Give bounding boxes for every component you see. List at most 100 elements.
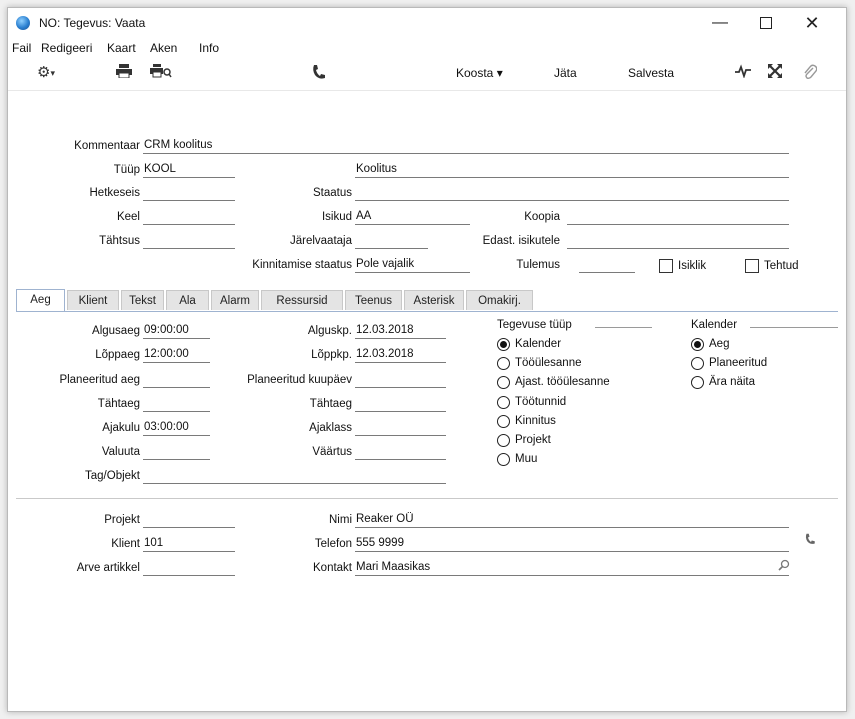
close-button[interactable]: ✕ bbox=[789, 8, 835, 38]
radio-kinnitus[interactable] bbox=[497, 415, 510, 428]
radio-ara-naita-label: Ära näita bbox=[709, 376, 756, 388]
print-preview-icon[interactable] bbox=[150, 64, 172, 83]
radio-ara-naita[interactable] bbox=[691, 376, 704, 389]
menu-redigeeri[interactable]: Redigeeri bbox=[41, 41, 92, 55]
klient-label: Klient bbox=[111, 538, 140, 550]
keel-field[interactable] bbox=[143, 209, 235, 225]
maximize-icon bbox=[760, 16, 772, 29]
maximize-button[interactable] bbox=[743, 8, 789, 38]
loppkp-label: Lõppkp. bbox=[311, 349, 352, 361]
kontakt-label: Kontakt bbox=[313, 562, 352, 574]
loppaeg-label: Lõppaeg bbox=[95, 349, 140, 361]
radio-kalender-label: Kalender bbox=[515, 338, 562, 350]
kommentaar-label: Kommentaar bbox=[74, 140, 140, 152]
paperclip-icon[interactable] bbox=[803, 64, 818, 85]
kinnitamise-staatus-field[interactable]: Pole vajalik bbox=[355, 257, 470, 273]
radio-tooulesanne-label: Tööülesanne bbox=[515, 357, 582, 369]
tahtaeg2-field[interactable] bbox=[355, 396, 446, 412]
menu-kaart[interactable]: Kaart bbox=[107, 41, 136, 55]
phone-icon[interactable] bbox=[311, 64, 325, 85]
telefon-field[interactable]: 555 9999 bbox=[355, 536, 789, 552]
tab-omakirj[interactable]: Omakirj. bbox=[466, 290, 533, 310]
menu-info[interactable]: Info bbox=[199, 41, 219, 55]
isiklik-checkbox[interactable] bbox=[659, 259, 673, 273]
tab-row-divider bbox=[16, 311, 838, 312]
radio-aeg[interactable] bbox=[691, 338, 704, 351]
staatus-field[interactable] bbox=[355, 185, 789, 201]
tab-ressursid[interactable]: Ressursid bbox=[261, 290, 343, 310]
activity-icon[interactable] bbox=[735, 64, 751, 83]
edast-field[interactable] bbox=[567, 233, 789, 249]
keel-label: Keel bbox=[116, 211, 140, 223]
menu-aken[interactable]: Aken bbox=[150, 41, 177, 55]
planeeritud-kuupaev-field[interactable] bbox=[355, 372, 446, 388]
activity-window: NO: Tegevus: Vaata — ✕ Fail Redigeeri Ka… bbox=[7, 7, 847, 712]
ajaklass-field[interactable] bbox=[355, 420, 446, 436]
koopia-field[interactable] bbox=[567, 209, 789, 225]
tehtud-checkbox[interactable] bbox=[745, 259, 759, 273]
tab-teenus[interactable]: Teenus bbox=[345, 290, 402, 310]
radio-kalender[interactable] bbox=[497, 338, 510, 351]
kalender-line bbox=[750, 327, 838, 328]
planeeritud-aeg-field[interactable] bbox=[143, 372, 210, 388]
search-icon[interactable] bbox=[778, 559, 790, 574]
ajakulu-field[interactable]: 03:00:00 bbox=[143, 420, 210, 436]
menu-fail[interactable]: Fail bbox=[12, 41, 31, 55]
tuup-field[interactable]: KOOL bbox=[143, 162, 235, 178]
nimi-field[interactable]: Reaker OÜ bbox=[355, 512, 789, 528]
radio-tooulesanne[interactable] bbox=[497, 357, 510, 370]
loppkp-field[interactable]: 12.03.2018 bbox=[355, 347, 446, 363]
tab-alarm[interactable]: Alarm bbox=[211, 290, 259, 310]
algusaeg-field[interactable]: 09:00:00 bbox=[143, 323, 210, 339]
valuuta-label: Valuuta bbox=[101, 446, 140, 458]
algusaeg-label: Algusaeg bbox=[92, 325, 140, 337]
isikud-field[interactable]: AA bbox=[355, 209, 470, 225]
tahtsus-field[interactable] bbox=[143, 233, 235, 249]
section-divider bbox=[16, 498, 838, 499]
tahtsus-label: Tähtsus bbox=[99, 235, 140, 247]
radio-projekt[interactable] bbox=[497, 434, 510, 447]
kontakt-field[interactable]: Mari Maasikas bbox=[355, 560, 789, 576]
tulemus-field[interactable] bbox=[579, 257, 635, 273]
arve-artikkel-label: Arve artikkel bbox=[76, 562, 140, 574]
radio-muu-label: Muu bbox=[515, 453, 538, 465]
salvesta-button[interactable]: Salvesta bbox=[628, 66, 674, 80]
arve-artikkel-field[interactable] bbox=[143, 560, 235, 576]
vaartus-field[interactable] bbox=[355, 444, 446, 460]
valuuta-field[interactable] bbox=[143, 444, 210, 460]
title-bar: NO: Tegevus: Vaata — ✕ bbox=[8, 8, 846, 38]
loppaeg-field[interactable]: 12:00:00 bbox=[143, 347, 210, 363]
radio-ajast-tooulesanne[interactable] bbox=[497, 376, 510, 389]
tahtaeg-label: Tähtaeg bbox=[97, 398, 140, 410]
tab-klient[interactable]: Klient bbox=[67, 290, 119, 310]
radio-kinnitus-label: Kinnitus bbox=[515, 415, 556, 427]
phone-icon[interactable] bbox=[804, 533, 815, 548]
projekt-field[interactable] bbox=[143, 512, 235, 528]
printer-icon[interactable] bbox=[116, 64, 132, 83]
expand-icon[interactable] bbox=[768, 64, 782, 83]
tab-tekst[interactable]: Tekst bbox=[121, 290, 164, 310]
kommentaar-field[interactable]: CRM koolitus bbox=[143, 138, 789, 154]
tag-objekt-field[interactable] bbox=[143, 468, 446, 484]
hetkeseis-label: Hetkeseis bbox=[89, 187, 141, 199]
alguskp-field[interactable]: 12.03.2018 bbox=[355, 323, 446, 339]
radio-muu[interactable] bbox=[497, 453, 510, 466]
radio-tootunnid[interactable] bbox=[497, 396, 510, 409]
koopia-label: Koopia bbox=[524, 211, 560, 223]
tab-asterisk[interactable]: Asterisk bbox=[404, 290, 464, 310]
tab-ala[interactable]: Ala bbox=[166, 290, 209, 310]
minimize-button[interactable]: — bbox=[697, 8, 743, 38]
tahtaeg-field[interactable] bbox=[143, 396, 210, 412]
gear-icon[interactable]: ⚙▾ bbox=[37, 64, 55, 82]
hetkeseis-field[interactable] bbox=[143, 185, 235, 201]
nimi-label: Nimi bbox=[329, 514, 352, 526]
koosta-button[interactable]: Koosta ▾ bbox=[456, 66, 503, 80]
radio-projekt-label: Projekt bbox=[515, 434, 551, 446]
radio-planeeritud[interactable] bbox=[691, 357, 704, 370]
jarelvaataja-field[interactable] bbox=[355, 233, 428, 249]
radio-aeg-label: Aeg bbox=[709, 338, 730, 350]
isiklik-label: Isiklik bbox=[678, 260, 707, 272]
klient-field[interactable]: 101 bbox=[143, 536, 235, 552]
jata-button[interactable]: Jäta bbox=[554, 66, 577, 80]
tab-aeg[interactable]: Aeg bbox=[16, 289, 65, 311]
